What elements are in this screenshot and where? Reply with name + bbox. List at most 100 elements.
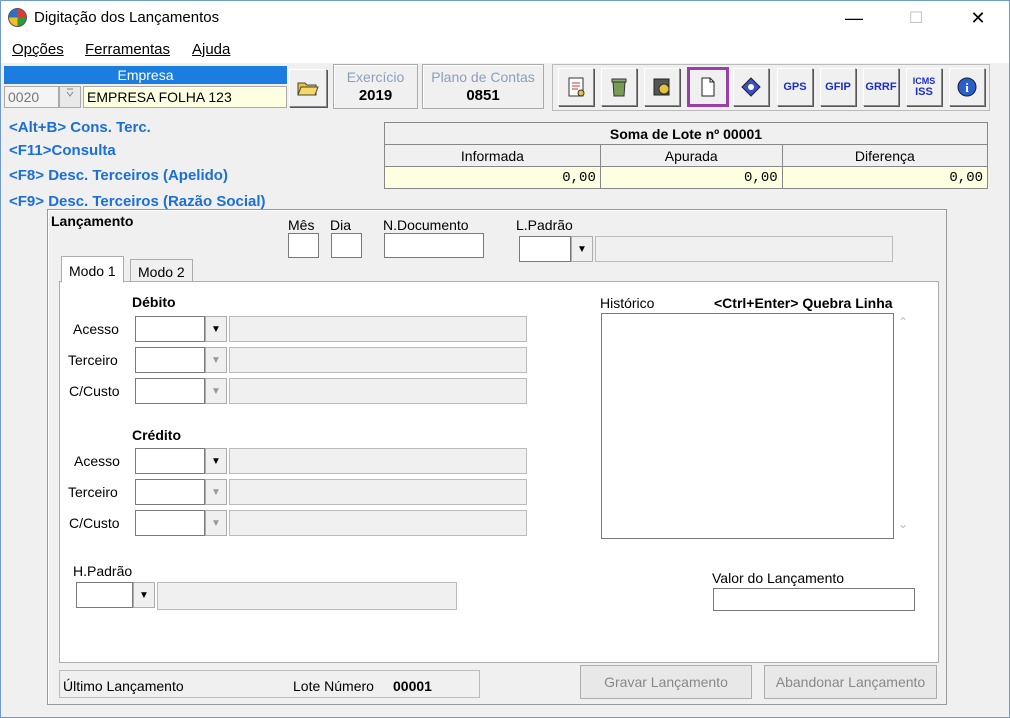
historico-hint: <Ctrl+Enter> Quebra Linha [714,295,893,311]
plano-contas-panel: Plano de Contas 0851 [422,64,544,109]
credito-title: Crédito [132,427,181,443]
minimize-button[interactable]: — [831,1,877,35]
main-window: Digitação dos Lançamentos — ☐ ✕ Opções F… [0,0,1010,718]
close-button[interactable]: ✕ [955,1,1001,35]
hpadrao-description [157,582,457,610]
credito-terceiro-label: Terceiro [68,484,118,500]
menu-bar: Opções Ferramentas Ajuda [1,35,1009,63]
debito-terceiro-description [229,347,527,373]
menu-opcoes[interactable]: Opções [12,41,64,58]
open-folder-icon [297,82,319,96]
lpadrao-input[interactable] [519,236,571,262]
debito-ccusto-dropdown[interactable]: ▼ [205,378,227,404]
shortcut-desc-razao: <F9> Desc. Terceiros (Razão Social) [9,193,266,210]
hpadrao-dropdown[interactable]: ▼ [133,582,155,608]
scroll-down-icon[interactable]: ⌄ [898,517,908,531]
toolbar-nav-button[interactable] [733,68,769,106]
credito-ccusto-label: C/Custo [69,515,120,531]
toolbar-gps-button[interactable]: GPS [777,68,813,106]
report-icon [568,77,585,97]
tab-modo2-label: Modo 2 [138,264,185,280]
lancamento-title: Lançamento [51,213,134,229]
soma-value-apurada: 0,00 [599,166,783,189]
tab-modo1-label: Modo 1 [69,263,116,279]
toolbar-trash-button[interactable] [601,68,637,106]
mes-input[interactable] [288,233,319,258]
tab-modo1[interactable]: Modo 1 [61,256,124,283]
maximize-button[interactable]: ☐ [893,1,939,35]
toolbar-settings-button[interactable] [644,68,680,106]
debito-terceiro-label: Terceiro [68,352,118,368]
shortcut-desc-apelido: <F8> Desc. Terceiros (Apelido) [9,167,228,184]
debito-acesso-input[interactable] [135,316,205,342]
valor-input[interactable] [713,588,915,611]
empresa-header: Empresa [4,66,287,84]
ndoc-label: N.Documento [383,217,469,233]
toolbar-grrf-button[interactable]: GRRF [863,68,899,106]
lpadrao-description [595,236,893,262]
credito-acesso-input[interactable] [135,448,205,474]
iss-label: ISS [915,86,933,98]
debito-terceiro-input[interactable] [135,347,205,373]
grrf-label: GRRF [865,80,897,93]
gravar-lancamento-button[interactable]: Gravar Lançamento [580,665,752,699]
plano-contas-value: 0851 [466,87,500,104]
title-bar: Digitação dos Lançamentos — ☐ ✕ [1,1,1009,35]
debito-ccusto-description [229,378,527,404]
info-icon: i [957,77,977,97]
menu-ferramentas[interactable]: Ferramentas [85,41,170,58]
menu-ajuda-label: Ajuda [192,41,231,58]
soma-header-informada: Informada [384,144,601,167]
soma-header-apurada: Apurada [599,144,783,167]
empresa-spin-button[interactable] [59,86,81,108]
dia-input[interactable] [331,233,362,258]
shortcut-cons-terc: <Alt+B> Cons. Terc. [9,119,151,136]
gps-label: GPS [783,80,807,93]
lote-numero-value: 00001 [393,678,432,694]
chevron-down-icon [66,88,74,97]
tab-modo2[interactable]: Modo 2 [130,259,193,282]
debito-ccusto-input[interactable] [135,378,205,404]
credito-terceiro-dropdown[interactable]: ▼ [205,479,227,505]
credito-acesso-dropdown[interactable]: ▼ [205,448,227,474]
credito-acesso-description [229,448,527,474]
debito-acesso-label: Acesso [73,321,119,337]
gfip-label: GFIP [825,80,851,93]
open-folder-button[interactable] [289,69,327,107]
empresa-code-field[interactable]: 0020 [4,86,59,108]
diamond-arrows-icon [741,77,761,97]
lpadrao-dropdown[interactable]: ▼ [571,236,593,262]
historico-label: Histórico [600,295,655,311]
empresa-name-field: EMPRESA FOLHA 123 [83,86,287,108]
ndoc-input[interactable] [384,233,484,258]
mes-label: Mês [288,217,315,233]
credito-ccusto-description [229,510,527,536]
toolbar-new-button[interactable] [687,67,729,107]
soma-header-diferenca: Diferença [781,144,989,167]
lote-numero-label: Lote Número [293,678,374,694]
plano-contas-label: Plano de Contas [431,69,535,85]
menu-ajuda[interactable]: Ajuda [192,41,230,58]
debito-acesso-dropdown[interactable]: ▼ [205,316,227,342]
credito-ccusto-input[interactable] [135,510,205,536]
scroll-up-icon[interactable]: ⌃ [898,315,908,329]
credito-terceiro-input[interactable] [135,479,205,505]
soma-lote-table: Soma de Lote nº 00001 Informada Apurada … [384,122,989,189]
debito-terceiro-dropdown[interactable]: ▼ [205,347,227,373]
toolbar-info-button[interactable]: i [949,68,985,106]
dia-label: Dia [330,217,352,233]
menu-opcoes-label: Opções [12,41,64,58]
historico-textarea[interactable] [601,313,894,539]
abandonar-lancamento-button[interactable]: Abandonar Lançamento [764,665,937,699]
credito-ccusto-dropdown[interactable]: ▼ [205,510,227,536]
credito-acesso-label: Acesso [74,453,120,469]
trash-icon [611,78,627,97]
hpadrao-input[interactable] [76,582,133,608]
ultimo-lancamento-label: Último Lançamento [63,678,184,694]
toolbar-report-button[interactable] [558,68,594,106]
toolbar-icms-iss-button[interactable]: ICMS ISS [906,68,942,106]
app-icon [8,8,27,27]
hpadrao-label: H.Padrão [73,563,133,579]
soma-value-diferenca: 0,00 [781,166,989,189]
toolbar-gfip-button[interactable]: GFIP [820,68,856,106]
